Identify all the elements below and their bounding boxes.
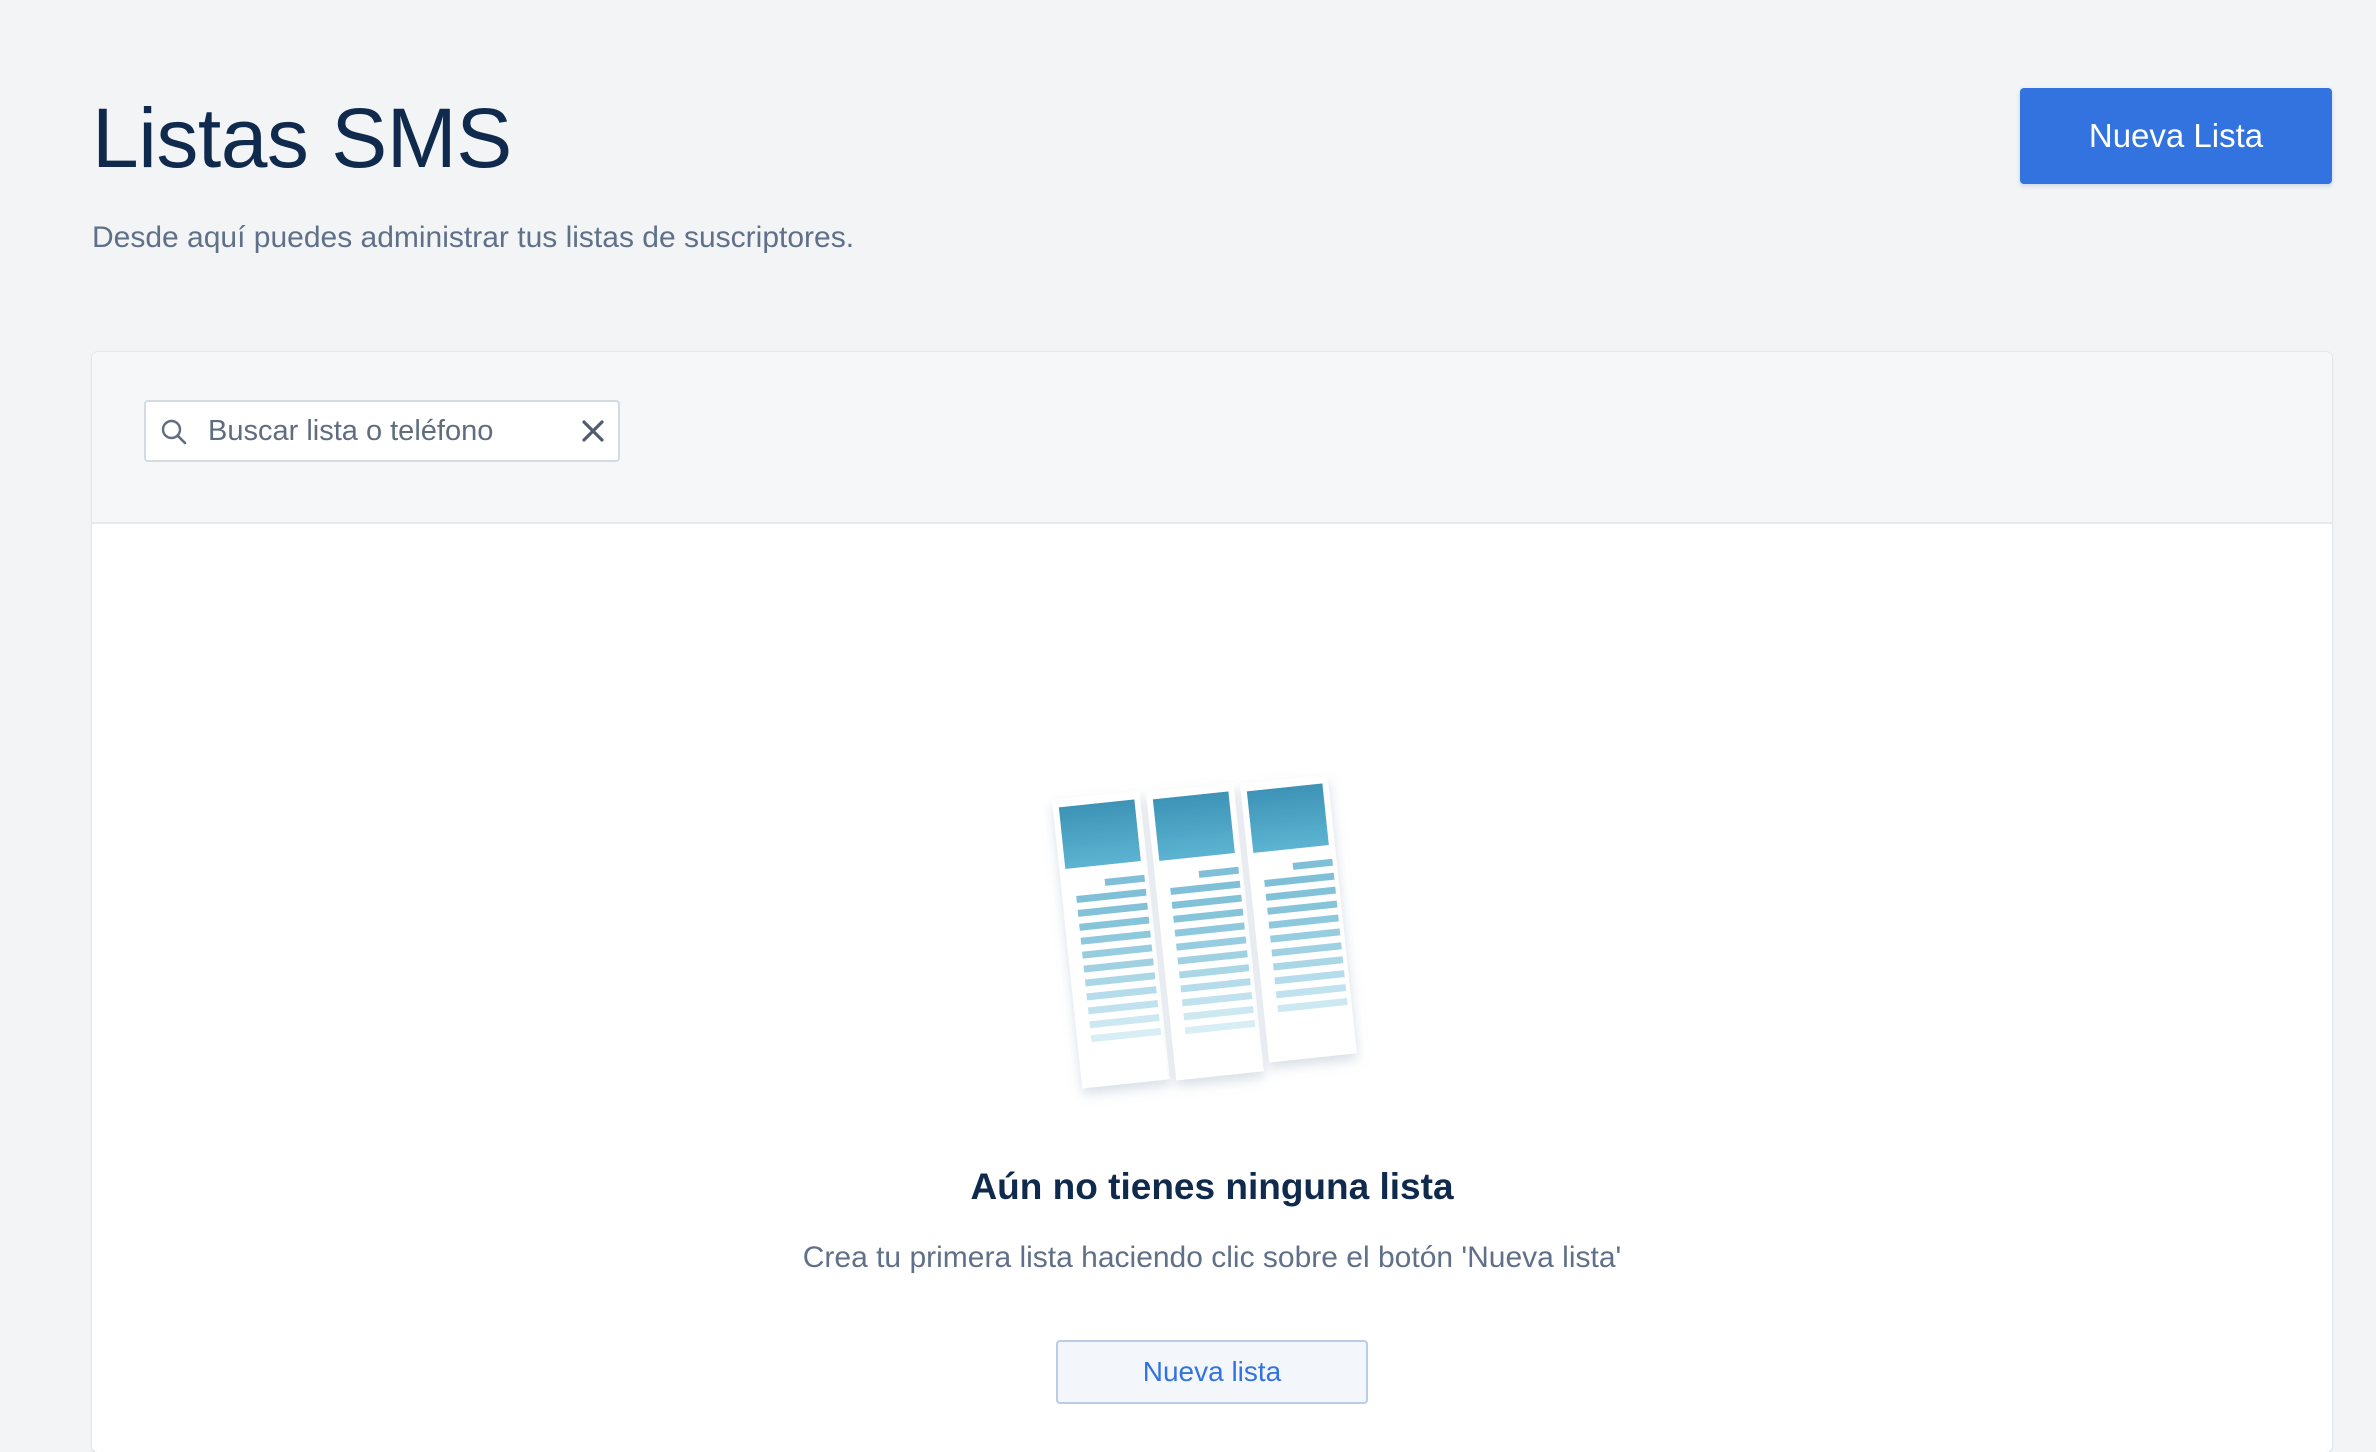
lists-illustration bbox=[1052, 774, 1357, 1089]
close-icon[interactable] bbox=[576, 414, 610, 448]
search-icon bbox=[161, 419, 187, 445]
search-input[interactable] bbox=[208, 402, 548, 460]
lists-card: Aún no tienes ninguna lista Crea tu prim… bbox=[92, 352, 2332, 1452]
search-box[interactable] bbox=[144, 400, 620, 462]
page-title: Listas SMS bbox=[92, 91, 512, 185]
card-toolbar bbox=[92, 352, 2332, 524]
new-list-button[interactable]: Nueva Lista bbox=[2020, 88, 2332, 184]
empty-state-text: Crea tu primera lista haciendo clic sobr… bbox=[802, 1241, 1622, 1274]
empty-state-title: Aún no tienes ninguna lista bbox=[970, 1166, 1454, 1207]
create-first-list-button[interactable]: Nueva lista bbox=[1056, 1340, 1368, 1404]
page-subtitle: Desde aquí puedes administrar tus listas… bbox=[92, 221, 855, 254]
empty-state: Aún no tienes ninguna lista Crea tu prim… bbox=[92, 522, 2332, 1452]
